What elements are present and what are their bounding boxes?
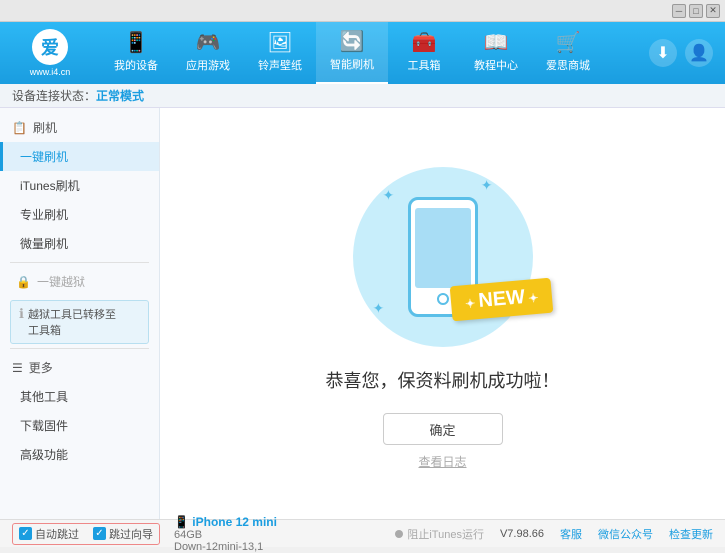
nav-apps-label: 应用游戏 — [186, 57, 230, 73]
sidebar-item-advanced[interactable]: 高级功能 — [0, 440, 159, 469]
wallpaper-icon: 🖼 — [267, 33, 292, 53]
tutorial-icon: 📖 — [484, 33, 509, 53]
notice-text: 越狱工具已转移至工具箱 — [28, 306, 116, 338]
skip-wizard-check-icon: ✓ — [93, 527, 106, 540]
itunes-indicator — [395, 530, 403, 538]
nav-right-buttons: ⬇ 👤 — [649, 39, 725, 67]
logo-area: 爱 www.i4.cn — [0, 22, 100, 84]
sidebar-section-jailbreak: 🔒 一键越狱 — [0, 267, 159, 296]
nav-toolbox[interactable]: 🧰 工具箱 — [388, 22, 460, 84]
sidebar-divider-1 — [10, 262, 149, 263]
window-controls[interactable]: ─ □ ✕ — [672, 4, 720, 18]
device-status-bar: 设备连接状态： 正常模式 — [0, 84, 725, 108]
sidebar-section-flash: 📋 刷机 — [0, 113, 159, 142]
status-left: ✓ 自动跳过 ✓ 跳过向导 📱 iPhone 12 mini 64GB Down… — [12, 515, 277, 553]
phone-icon: 📱 — [124, 33, 149, 53]
success-illustration: ✦ ✦ ✦ NEW — [343, 157, 543, 357]
sidebar-divider-2 — [10, 348, 149, 349]
status-bar: ✓ 自动跳过 ✓ 跳过向导 📱 iPhone 12 mini 64GB Down… — [0, 519, 725, 547]
new-badge: NEW — [450, 278, 554, 322]
nav-apps[interactable]: 🎮 应用游戏 — [172, 22, 244, 84]
device-model: Down-12mini-13,1 — [174, 541, 277, 553]
nav-store-label: 爱思商城 — [546, 57, 590, 73]
main-layout: 📋 刷机 一键刷机 iTunes刷机 专业刷机 微量刷机 🔒 一键越狱 ℹ 越狱… — [0, 108, 725, 519]
nav-wallpaper[interactable]: 🖼 铃声壁纸 — [244, 22, 316, 84]
games-icon: 🎮 — [196, 33, 221, 53]
sidebar: 📋 刷机 一键刷机 iTunes刷机 专业刷机 微量刷机 🔒 一键越狱 ℹ 越狱… — [0, 108, 160, 519]
nav-my-device[interactable]: 📱 我的设备 — [100, 22, 172, 84]
more-section-icon: ☰ — [12, 361, 23, 375]
content-area: ✦ ✦ ✦ NEW 恭喜您，保资料刷机成功啦！ 确定 查看日志 — [160, 108, 725, 519]
confirm-button[interactable]: 确定 — [383, 413, 503, 445]
download-button[interactable]: ⬇ — [649, 39, 677, 67]
toolbox-icon: 🧰 — [412, 33, 437, 53]
nav-toolbox-label: 工具箱 — [408, 57, 441, 73]
title-bar: ─ □ ✕ — [0, 0, 725, 22]
device-status-value: 正常模式 — [96, 87, 144, 104]
close-button[interactable]: ✕ — [706, 4, 720, 18]
device-status-label: 设备连接状态： — [12, 87, 96, 104]
phone-button — [437, 293, 449, 305]
customer-service-link[interactable]: 客服 — [560, 526, 582, 542]
itunes-status-text: 阻止iTunes运行 — [407, 526, 484, 542]
device-name-text: iPhone 12 mini — [192, 515, 277, 529]
check-update-link[interactable]: 检查更新 — [669, 526, 713, 542]
checkbox-area: ✓ 自动跳过 ✓ 跳过向导 — [12, 523, 160, 545]
wechat-link[interactable]: 微信公众号 — [598, 526, 653, 542]
jailbreak-section-label: 一键越狱 — [37, 273, 85, 290]
top-nav: 爱 www.i4.cn 📱 我的设备 🎮 应用游戏 🖼 铃声壁纸 🔄 智能刷机 … — [0, 22, 725, 84]
minimize-button[interactable]: ─ — [672, 4, 686, 18]
flash-icon: 🔄 — [340, 32, 365, 52]
sidebar-item-other-tools[interactable]: 其他工具 — [0, 382, 159, 411]
nav-tutorial[interactable]: 📖 教程中心 — [460, 22, 532, 84]
flash-section-icon: 📋 — [12, 121, 27, 135]
device-info: 📱 iPhone 12 mini 64GB Down-12mini-13,1 — [174, 515, 277, 553]
sidebar-item-download-firmware[interactable]: 下载固件 — [0, 411, 159, 440]
maximize-button[interactable]: □ — [689, 4, 703, 18]
nav-tutorial-label: 教程中心 — [474, 57, 518, 73]
sidebar-item-pro-flash[interactable]: 专业刷机 — [0, 200, 159, 229]
device-storage: 64GB — [174, 529, 277, 541]
sparkle-1: ✦ — [383, 187, 395, 204]
lock-icon: 🔒 — [16, 275, 31, 289]
logo-icon: 爱 — [32, 29, 68, 65]
auto-jump-checkbox[interactable]: ✓ 自动跳过 — [19, 526, 79, 542]
sparkle-2: ✦ — [481, 177, 493, 194]
auto-jump-check-icon: ✓ — [19, 527, 32, 540]
flash-section-label: 刷机 — [33, 119, 57, 136]
device-name: 📱 iPhone 12 mini — [174, 515, 277, 529]
reshow-log-link[interactable]: 查看日志 — [418, 453, 466, 470]
sidebar-item-micro-flash[interactable]: 微量刷机 — [0, 229, 159, 258]
more-section-label: 更多 — [29, 359, 53, 376]
itunes-status: 阻止iTunes运行 — [395, 526, 484, 542]
skip-wizard-checkbox[interactable]: ✓ 跳过向导 — [93, 526, 153, 542]
phone-small-icon: 📱 — [174, 515, 192, 529]
circle-bg: ✦ ✦ ✦ NEW — [353, 167, 533, 347]
nav-store[interactable]: 🛒 爱思商城 — [532, 22, 604, 84]
sidebar-notice: ℹ 越狱工具已转移至工具箱 — [10, 300, 149, 344]
status-right: 阻止iTunes运行 V7.98.66 客服 微信公众号 检查更新 — [395, 526, 713, 542]
auto-jump-label: 自动跳过 — [35, 526, 79, 542]
nav-wallpaper-label: 铃声壁纸 — [258, 57, 302, 73]
sidebar-section-more: ☰ 更多 — [0, 353, 159, 382]
sparkle-3: ✦ — [373, 300, 385, 317]
logo-url: www.i4.cn — [30, 67, 71, 77]
nav-items: 📱 我的设备 🎮 应用游戏 🖼 铃声壁纸 🔄 智能刷机 🧰 工具箱 📖 教程中心… — [100, 22, 649, 84]
notice-icon: ℹ — [19, 306, 24, 322]
user-button[interactable]: 👤 — [685, 39, 713, 67]
store-icon: 🛒 — [556, 33, 581, 53]
nav-my-device-label: 我的设备 — [114, 57, 158, 73]
nav-smart-flash-label: 智能刷机 — [330, 56, 374, 72]
sidebar-item-itunes-flash[interactable]: iTunes刷机 — [0, 171, 159, 200]
skip-wizard-label: 跳过向导 — [109, 526, 153, 542]
sidebar-item-one-click-flash[interactable]: 一键刷机 — [0, 142, 159, 171]
success-title: 恭喜您，保资料刷机成功啦！ — [326, 367, 560, 393]
phone-screen — [415, 208, 471, 288]
version-text: V7.98.66 — [500, 528, 544, 540]
nav-smart-flash[interactable]: 🔄 智能刷机 — [316, 22, 388, 84]
